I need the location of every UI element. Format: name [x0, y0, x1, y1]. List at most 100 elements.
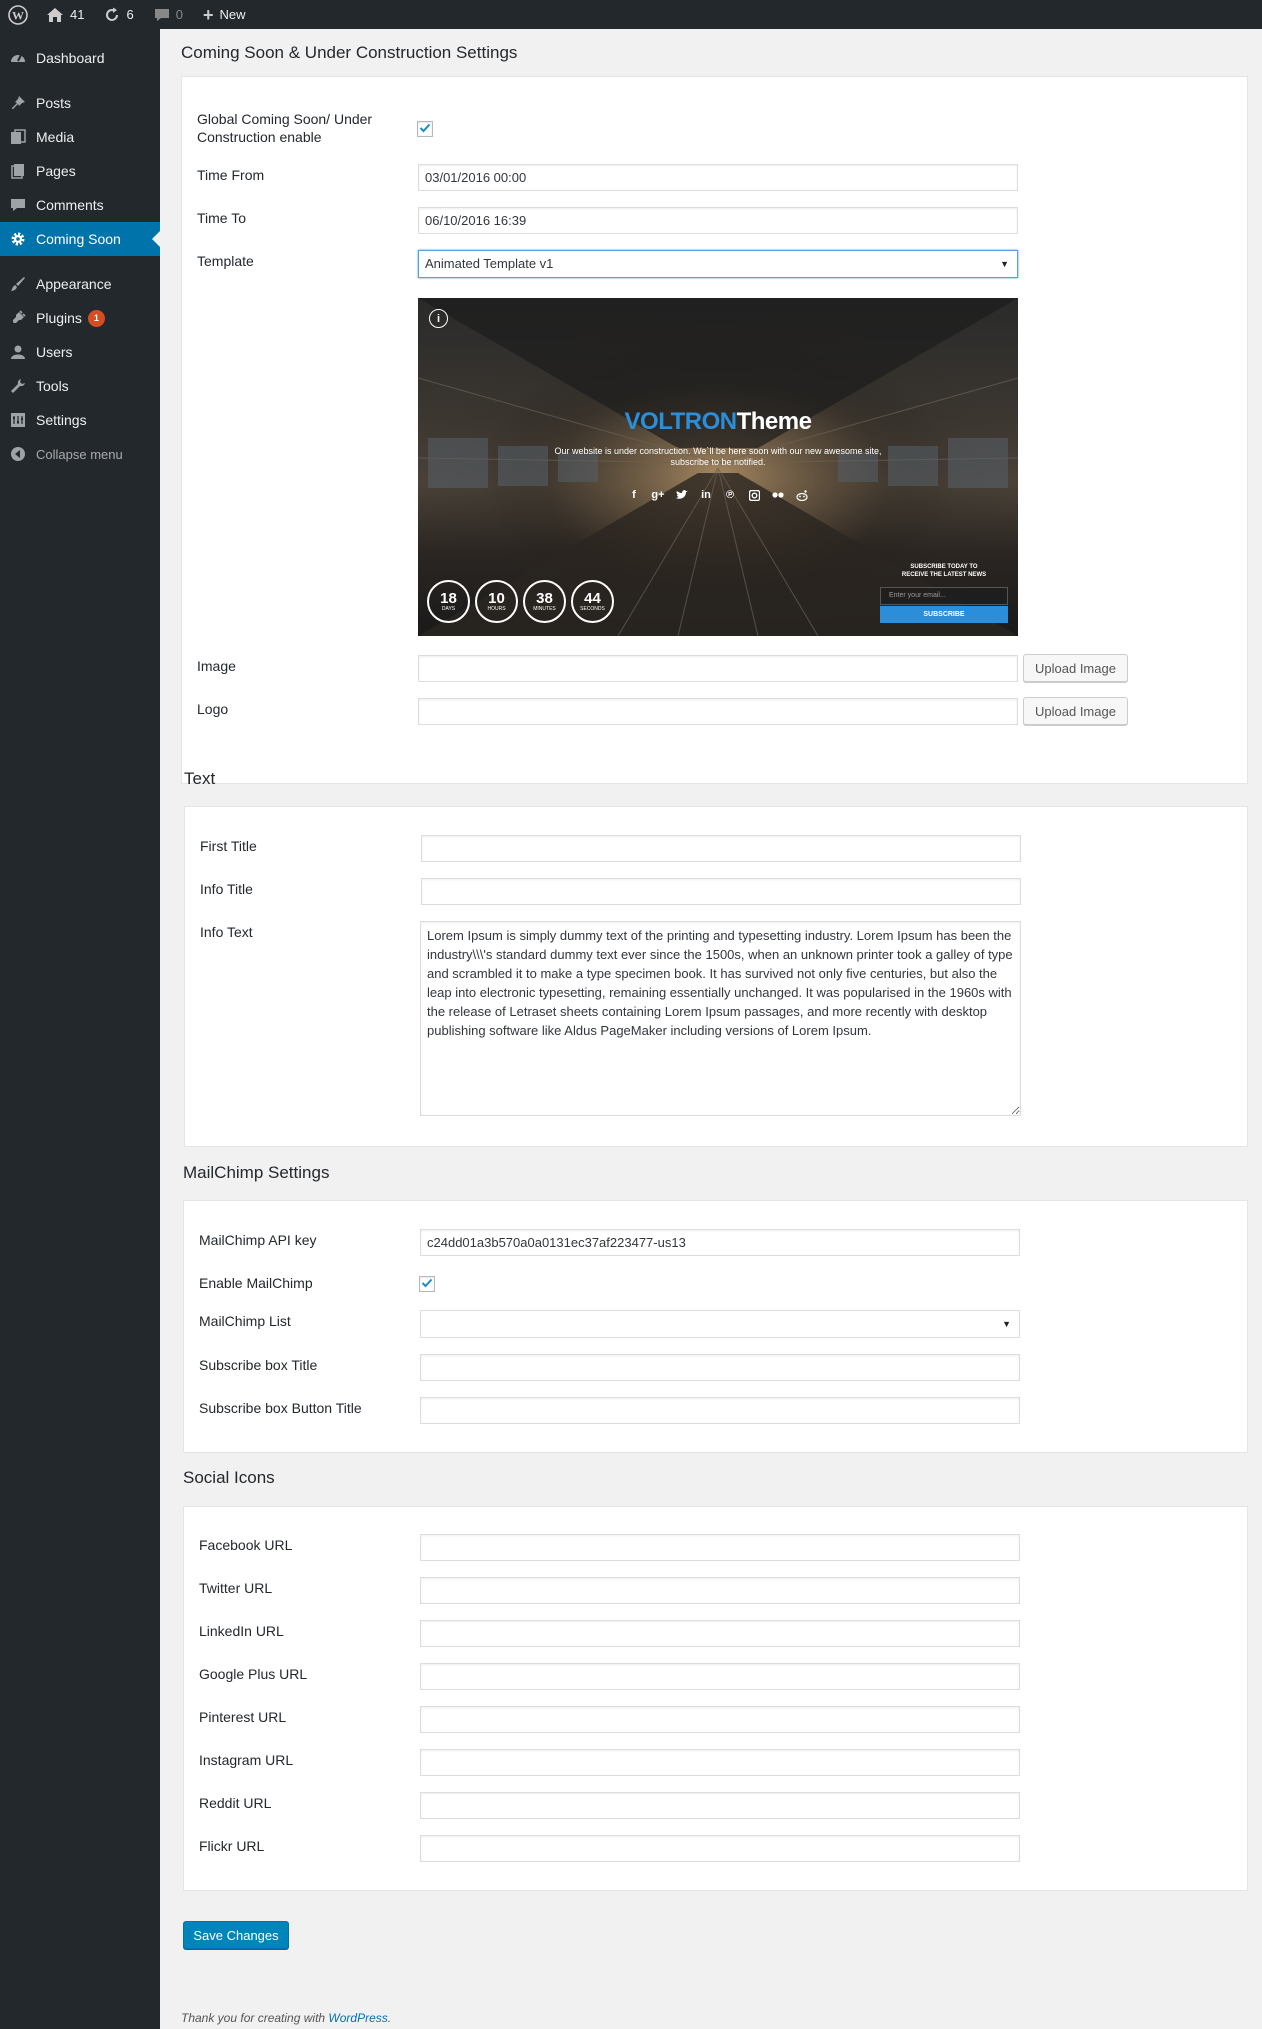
- menu-label-coming-soon: Coming Soon: [36, 231, 121, 247]
- new-content-item[interactable]: + New: [193, 0, 256, 29]
- upload-image-button[interactable]: Upload Image: [1023, 654, 1128, 682]
- menu-item-pages[interactable]: Pages: [0, 154, 160, 188]
- menu-label-settings: Settings: [36, 412, 87, 428]
- wordpress-logo-icon[interactable]: W: [0, 0, 36, 29]
- mailchimp-api-key-input[interactable]: c24dd01a3b570a0a0131ec37af223477-us13: [420, 1229, 1020, 1256]
- instagram-url-input[interactable]: [420, 1749, 1020, 1776]
- menu-item-tools[interactable]: Tools: [0, 369, 160, 403]
- reddit-icon[interactable]: [793, 486, 811, 504]
- gear-icon: [0, 231, 36, 247]
- dropdown-arrow-icon: ▼: [1002, 1319, 1011, 1329]
- menu-item-dashboard[interactable]: Dashboard: [0, 41, 160, 75]
- settings-icon: [0, 412, 36, 428]
- google-plus-url-label: Google Plus URL: [199, 1666, 308, 1682]
- menu-label-collapse: Collapse menu: [36, 446, 123, 462]
- pinterest-url-input[interactable]: [420, 1706, 1020, 1733]
- countdown-hours-unit: HOURS: [487, 605, 506, 612]
- menu-item-plugins[interactable]: Plugins 1: [0, 301, 160, 335]
- plus-icon: +: [202, 4, 214, 25]
- preview-description-line-2: subscribe to be notified.: [670, 457, 766, 467]
- template-preview: i VOLTRONTheme Our website is under cons…: [418, 298, 1018, 636]
- preview-subscribe-button[interactable]: SUBSCRIBE: [880, 606, 1008, 623]
- flickr-icon[interactable]: [769, 486, 787, 504]
- template-select[interactable]: Animated Template v1 ▼: [418, 250, 1018, 278]
- preview-logo-white: Theme: [736, 408, 812, 435]
- menu-label-posts: Posts: [36, 95, 72, 111]
- footer-end: .: [387, 2011, 392, 2025]
- menu-item-appearance[interactable]: Appearance: [0, 267, 160, 301]
- instagram-icon[interactable]: [745, 486, 763, 504]
- collapse-icon: [0, 446, 36, 462]
- countdown-minutes-unit: MINUTES: [533, 605, 556, 612]
- twitter-url-input[interactable]: [420, 1577, 1020, 1604]
- image-url-input[interactable]: [418, 655, 1018, 682]
- info-icon[interactable]: i: [429, 309, 448, 328]
- subscribe-box-title-input[interactable]: [420, 1354, 1020, 1381]
- admin-sidebar: Dashboard Posts Media Pages Comments Com…: [0, 29, 160, 2029]
- info-text-textarea[interactable]: Lorem Ipsum is simply dummy text of the …: [420, 921, 1021, 1116]
- site-home-item[interactable]: 41: [36, 0, 94, 29]
- subscribe-box-button-title-input[interactable]: [420, 1397, 1020, 1424]
- preview-subscribe-line-1: SUBSCRIBE TODAY TO: [910, 564, 978, 570]
- linkedin-icon[interactable]: in: [697, 486, 715, 504]
- first-title-input[interactable]: [421, 835, 1021, 862]
- template-select-value: Animated Template v1: [425, 256, 554, 271]
- facebook-icon[interactable]: f: [625, 486, 643, 504]
- menu-label-plugins: Plugins: [36, 310, 82, 326]
- countdown-seconds-value: 44: [584, 589, 601, 607]
- time-from-input[interactable]: 03/01/2016 00:00: [418, 164, 1018, 191]
- social-section-heading: Social Icons: [183, 1468, 275, 1487]
- template-label: Template: [197, 253, 254, 269]
- time-to-input[interactable]: 06/10/2016 16:39: [418, 207, 1018, 234]
- comment-bubble-icon: [154, 7, 170, 23]
- upload-logo-button[interactable]: Upload Image: [1023, 697, 1128, 725]
- enable-mailchimp-checkbox[interactable]: [419, 1276, 435, 1292]
- menu-item-settings[interactable]: Settings: [0, 403, 160, 437]
- wordpress-footer-link[interactable]: WordPress: [328, 2011, 387, 2025]
- facebook-url-input[interactable]: [420, 1534, 1020, 1561]
- comments-count: 0: [175, 7, 183, 22]
- flickr-url-input[interactable]: [420, 1835, 1020, 1862]
- subscribe-box-button-title-label: Subscribe box Button Title: [199, 1400, 362, 1416]
- google-plus-url-input[interactable]: [420, 1663, 1020, 1690]
- global-enable-checkbox[interactable]: [417, 121, 433, 137]
- twitter-url-label: Twitter URL: [199, 1580, 273, 1596]
- subscribe-box-title-label: Subscribe box Title: [199, 1357, 318, 1373]
- pinterest-icon[interactable]: ℗: [721, 486, 739, 504]
- menu-item-comments[interactable]: Comments: [0, 188, 160, 222]
- menu-label-comments: Comments: [36, 197, 104, 213]
- logo-label: Logo: [197, 701, 229, 717]
- time-to-label: Time To: [197, 210, 247, 226]
- mailchimp-api-key-label: MailChimp API key: [199, 1232, 317, 1248]
- menu-item-coming-soon[interactable]: Coming Soon: [0, 222, 160, 256]
- admin-bar: W 41 6 0 + New: [0, 0, 1262, 29]
- twitter-icon[interactable]: [673, 486, 691, 504]
- collapse-menu-button[interactable]: Collapse menu: [0, 437, 160, 471]
- menu-label-users: Users: [36, 344, 73, 360]
- home-icon: [46, 7, 64, 23]
- svg-text:W: W: [12, 8, 24, 22]
- google-plus-icon[interactable]: g+: [649, 486, 667, 504]
- menu-item-posts[interactable]: Posts: [0, 86, 160, 120]
- mailchimp-list-select[interactable]: ▼: [420, 1310, 1020, 1338]
- preview-subscribe-line-2: RECEIVE THE LATEST NEWS: [901, 572, 987, 578]
- menu-item-media[interactable]: Media: [0, 120, 160, 154]
- comments-item[interactable]: 0: [144, 0, 193, 29]
- logo-url-input[interactable]: [418, 698, 1018, 725]
- plug-icon: [0, 310, 36, 326]
- flickr-url-label: Flickr URL: [199, 1838, 265, 1854]
- menu-label-media: Media: [36, 129, 75, 145]
- updates-item[interactable]: 6: [94, 0, 143, 29]
- countdown-seconds: 44 SECONDS: [571, 580, 614, 623]
- preview-email-input[interactable]: Enter your email...: [880, 587, 1008, 605]
- menu-item-users[interactable]: Users: [0, 335, 160, 369]
- save-changes-button[interactable]: Save Changes: [183, 1921, 289, 1949]
- info-title-input[interactable]: [421, 878, 1021, 905]
- info-text-label: Info Text: [200, 924, 253, 940]
- reddit-url-input[interactable]: [420, 1792, 1020, 1819]
- countdown-days-unit: DAYS: [441, 605, 456, 612]
- mailchimp-list-label: MailChimp List: [199, 1313, 291, 1329]
- preview-logo-blue: VOLTRON: [624, 408, 738, 435]
- admin-footer: Thank you for creating with WordPress.: [181, 2011, 391, 2025]
- linkedin-url-input[interactable]: [420, 1620, 1020, 1647]
